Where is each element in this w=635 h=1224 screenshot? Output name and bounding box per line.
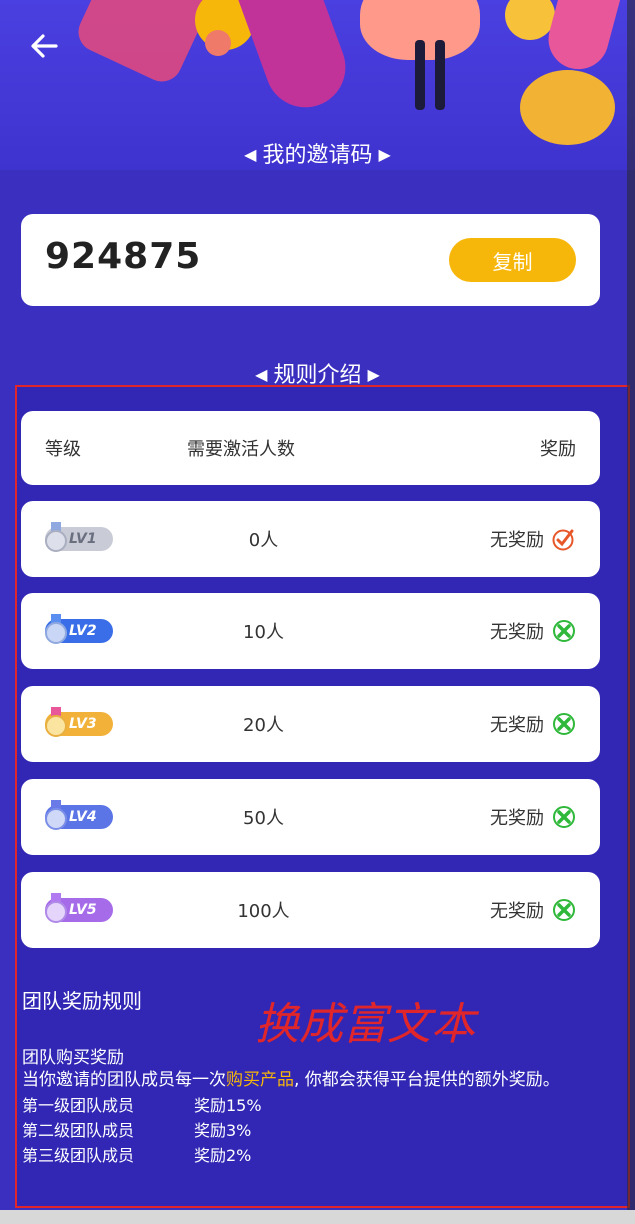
reward-text: 无奖励 (490, 808, 544, 829)
reward-text: 无奖励 (490, 622, 544, 643)
annotation-text: 换成富文本 (255, 999, 475, 1050)
reward-text: 无奖励 (490, 901, 544, 922)
tier-row: 第二级团队成员 奖励3% (22, 1121, 252, 1140)
cross-icon (553, 620, 575, 642)
invite-section-title: ◀ 我的邀请码 ▶ (244, 143, 391, 168)
level-badge: LV5 (45, 893, 113, 923)
level-badge: LV2 (45, 614, 113, 644)
level-row-lv5: LV5 100人 无奖励 (21, 872, 600, 948)
medal-icon (45, 522, 67, 552)
required-count: 20人 (243, 715, 284, 736)
cross-icon (553, 713, 575, 735)
left-triangle-icon: ◀ (244, 145, 257, 164)
cross-icon (553, 806, 575, 828)
level-row-lv2: LV2 10人 无奖励 (21, 593, 600, 669)
medal-icon (45, 800, 67, 830)
bottom-bar (0, 1210, 635, 1224)
rules-header-row: 等级 需要激活人数 奖励 (21, 411, 600, 485)
copy-button[interactable]: 复制 (449, 238, 576, 282)
invite-code: 924875 (45, 236, 202, 277)
level-badge: LV1 (45, 522, 113, 552)
medal-icon (45, 893, 67, 923)
right-triangle-icon: ▶ (378, 145, 391, 164)
scrollbar-edge (627, 0, 635, 1210)
required-count: 100人 (237, 901, 290, 922)
reward-text: 无奖励 (490, 530, 544, 551)
left-triangle-icon: ◀ (255, 365, 268, 384)
required-count: 10人 (243, 622, 284, 643)
level-row-lv3: LV3 20人 无奖励 (21, 686, 600, 762)
header-reward: 奖励 (540, 439, 576, 460)
right-triangle-icon: ▶ (367, 365, 380, 384)
header-level: 等级 (45, 439, 81, 460)
level-row-lv1: LV1 0人 无奖励 (21, 501, 600, 577)
level-row-lv4: LV4 50人 无奖励 (21, 779, 600, 855)
invite-code-card: 924875 复制 (21, 214, 600, 306)
back-arrow-icon[interactable] (28, 30, 60, 62)
medal-icon (45, 614, 67, 644)
highlight-purchase-link[interactable]: 购买产品 (226, 1070, 294, 1090)
team-rules-paragraph: 当你邀请的团队成员每一次购买产品, 你都会获得平台提供的额外奖励。 第一级团队成… (22, 1068, 602, 1168)
required-count: 0人 (248, 530, 279, 551)
header-required: 需要激活人数 (187, 439, 295, 460)
team-rules-subtitle: 团队购买奖励 (22, 1048, 124, 1068)
check-icon (552, 529, 574, 551)
cross-icon (553, 899, 575, 921)
team-rules-title: 团队奖励规则 (22, 989, 142, 1013)
level-badge: LV4 (45, 800, 113, 830)
tier-row: 第一级团队成员 奖励15% (22, 1096, 262, 1115)
medal-icon (45, 707, 67, 737)
reward-text: 无奖励 (490, 715, 544, 736)
level-badge: LV3 (45, 707, 113, 737)
required-count: 50人 (243, 808, 284, 829)
tier-row: 第三级团队成员 奖励2% (22, 1146, 252, 1165)
